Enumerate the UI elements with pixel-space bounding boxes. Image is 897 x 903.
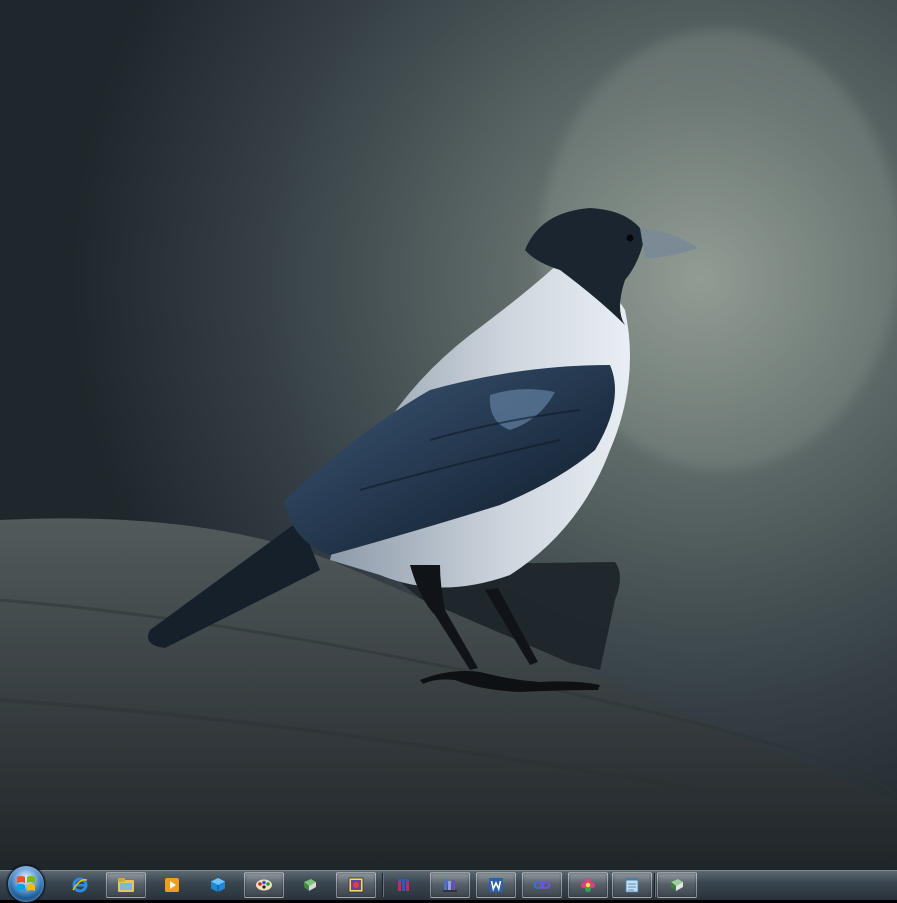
books-library-icon [443,879,457,892]
book-app-icon [671,879,683,891]
green-book-icon [304,879,316,891]
taskbar-photo-button[interactable] [336,872,376,898]
media-player-icon [165,878,179,892]
desktop-wallpaper [0,0,897,870]
3d-app-icon [211,878,225,892]
taskbar-word-button[interactable] [476,872,516,898]
crow-wallpaper-image [0,0,897,870]
taskbar-flower-button[interactable] [568,872,608,898]
taskbar-pen-button[interactable] [384,872,424,898]
internet-explorer-icon [72,877,88,893]
photo-viewer-icon [348,877,364,893]
taskbar-paint-button[interactable] [244,872,284,898]
word-icon [489,878,503,892]
windows-logo-icon [17,876,35,891]
windows-explorer-icon [118,878,134,892]
notepad-icon [625,878,639,893]
paint-app-icon [256,879,272,891]
taskbar-library-button[interactable] [430,872,470,898]
taskbar-separator [654,873,656,897]
taskbar-3d-button[interactable] [198,872,238,898]
taskbar-notepad-button[interactable] [612,872,652,898]
link-app-icon [533,881,551,889]
start-button[interactable] [7,865,45,903]
pen-app-icon [398,879,409,891]
taskbar-book-button[interactable] [657,872,697,898]
flower-app-icon [581,878,595,892]
taskbar-explorer-button[interactable] [106,872,146,898]
taskbar-green-book-button[interactable] [290,872,330,898]
taskbar-ie-button[interactable] [60,872,100,898]
taskbar-media-button[interactable] [152,872,192,898]
taskbar [0,865,897,903]
taskbar-link-button[interactable] [522,872,562,898]
